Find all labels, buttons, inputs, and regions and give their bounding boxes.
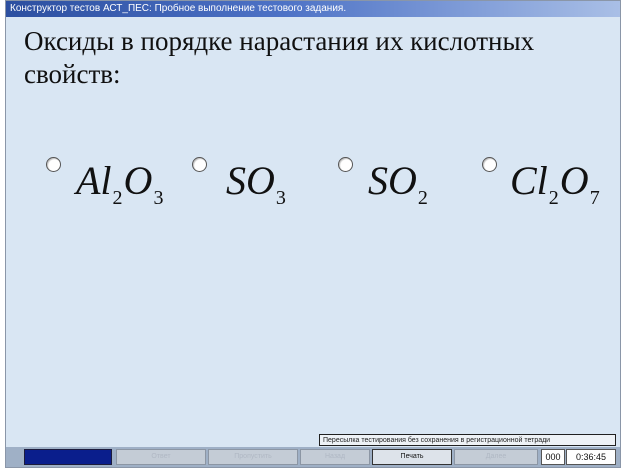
answer-option-cl2o7[interactable]: Cl2O7 [482,151,612,221]
radio-button[interactable] [338,157,353,172]
answer-option-so2[interactable]: SO2 [338,151,468,221]
question-text: Оксиды в порядке нарастания их кислотных… [24,26,535,89]
formula-subscript: 2 [548,187,559,209]
formula-so3: SO3 [226,158,287,209]
answer-options: Al2O3 SO3 SO2 Cl2O7 [6,151,620,231]
formula-part: SO [368,158,417,203]
progress-bar [24,449,112,465]
formula-subscript: 2 [112,187,123,209]
formula-so2: SO2 [368,158,429,209]
question-counter: 000 [541,449,565,465]
formula-cl2o7: Cl2O7 [510,158,601,209]
radio-button[interactable] [192,157,207,172]
formula-al2o3: Al2O3 [76,158,164,209]
hint-box: Пересылка тестирования без сохранения в … [319,434,616,446]
formula-part: O [559,158,589,203]
formula-part: O [123,158,153,203]
formula-part: Al [76,158,112,203]
formula-subscript: 7 [589,187,600,209]
radio-button[interactable] [482,157,497,172]
formula-part: Cl [510,158,548,203]
window-title-bar: Конструктор тестов АСТ_ПЕС: Пробное выпо… [6,1,620,17]
formula-subscript: 2 [417,187,428,209]
skip-button[interactable]: Пропустить [208,449,298,465]
radio-button[interactable] [46,157,61,172]
answer-option-al2o3[interactable]: Al2O3 [46,151,186,221]
test-window: Конструктор тестов АСТ_ПЕС: Пробное выпо… [5,0,621,468]
next-button[interactable]: Далее [454,449,538,465]
window-title: Конструктор тестов АСТ_ПЕС: Пробное выпо… [10,3,347,14]
answer-button[interactable]: Ответ [116,449,206,465]
answer-option-so3[interactable]: SO3 [192,151,322,221]
back-button[interactable]: Назад [300,449,370,465]
formula-part: SO [226,158,275,203]
print-button[interactable]: Печать [372,449,452,465]
status-bar: Ответ Пропустить Назад Печать Далее 000 … [6,447,620,467]
formula-subscript: 3 [153,187,164,209]
formula-subscript: 3 [275,187,286,209]
timer: 0:36:45 [566,449,616,465]
hint-text: Пересылка тестирования без сохранения в … [323,437,551,444]
